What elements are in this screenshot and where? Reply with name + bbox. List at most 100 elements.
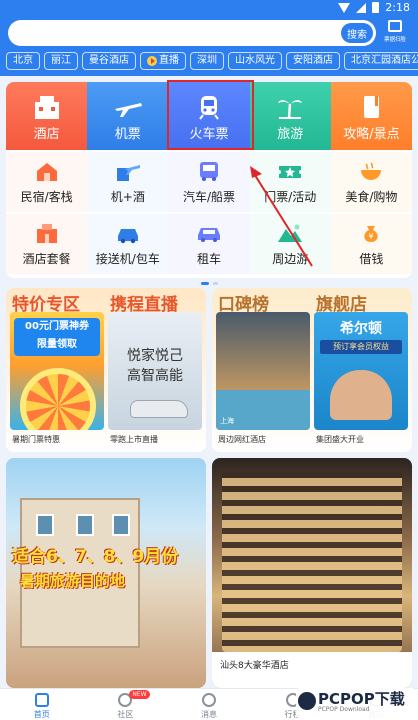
service-label: 借钱 <box>359 252 384 266</box>
nav-community[interactable]: NEW 社区 <box>84 689 168 720</box>
hotel-package-icon <box>36 224 57 243</box>
service-label: 门票/活动 <box>264 190 317 204</box>
ferris-wheel-image <box>20 368 96 430</box>
promo-caption: 周边网红酒店 <box>218 435 266 444</box>
palm-tree-icon <box>278 100 303 119</box>
nav-messages[interactable]: 消息 <box>167 689 251 720</box>
service-car-pickup[interactable]: 接送机/包车 <box>87 214 169 274</box>
live-text: 悦家悦己 高智高能 <box>127 348 183 384</box>
promo-caption: 暑期门票特惠 <box>12 435 60 444</box>
feed-caption: 汕头8大豪华酒店 <box>212 652 412 688</box>
category-hotel[interactable]: 酒店 <box>6 82 88 150</box>
feed-card-summer-destinations[interactable]: 适合6、7、8、9月份 暑期旅游目的地 <box>6 458 206 688</box>
service-nearby-trips[interactable]: 周边游 <box>249 214 331 274</box>
car-pickup-icon <box>117 229 138 244</box>
new-badge: NEW <box>129 690 150 699</box>
quick-tag[interactable]: 曼谷酒店 <box>82 52 136 70</box>
service-label: 接送机/包车 <box>95 252 160 266</box>
service-homestay[interactable]: 民宿/客栈 <box>6 152 88 212</box>
promo-caption: 集团盛大开业 <box>316 435 364 444</box>
nav-label: 首页 <box>33 710 50 719</box>
search-button[interactable]: 搜索 <box>341 23 373 43</box>
watermark-subtext: PCPOP Download <box>318 706 370 713</box>
service-label: 汽车/船票 <box>182 190 236 204</box>
nav-label: 消息 <box>200 710 217 719</box>
people-image <box>330 370 392 420</box>
promo-deals-live[interactable]: 特价专区 携程直播 00元门票神券 限量领取 悦家悦己 高智高能 暑期门票特惠 … <box>6 288 206 452</box>
service-bus-ferry[interactable]: 汽车/船票 <box>168 152 250 212</box>
category-guide[interactable]: 攻略/景点 <box>330 82 412 150</box>
service-hotel-package[interactable]: 酒店套餐 <box>6 214 88 274</box>
quick-tag[interactable]: 北京 <box>6 52 40 70</box>
flagship-title: 希尔顿 <box>340 321 382 337</box>
scan-button[interactable]: 票据扫脸 <box>380 20 410 48</box>
flight-hotel-icon <box>116 165 140 181</box>
promo-caption: 零跑上市直播 <box>110 435 158 444</box>
service-label: 机+酒 <box>110 190 145 204</box>
airplane-icon <box>114 103 142 117</box>
ticket-icon <box>279 166 302 178</box>
promo-ranking-flagship[interactable]: 口碑榜 旗舰店 上海 希尔顿 预订享会员权益 周边网红酒店 集团盛大开业 <box>212 288 412 452</box>
watermark-logo-icon <box>298 692 316 710</box>
scan-label: 票据扫脸 <box>384 36 406 43</box>
quick-tag[interactable]: 安阳酒店 <box>286 52 340 70</box>
category-label: 机票 <box>114 127 141 142</box>
watermark: PCPOP下载 PCPOP Download <box>296 688 416 718</box>
page-dot <box>200 282 209 285</box>
mountain-icon <box>278 224 303 242</box>
nav-label: 社区 <box>117 710 134 719</box>
bus-icon <box>200 162 218 181</box>
nav-home[interactable]: 首页 <box>0 689 84 720</box>
quick-tags: 北京 丽江 曼谷酒店 直播 深圳 山水风光 安阳酒店 北京汇园酒店公寓 <box>6 52 418 72</box>
live-tile[interactable]: 悦家悦己 高智高能 <box>108 312 202 430</box>
service-label: 民宿/客栈 <box>20 190 73 204</box>
food-icon <box>361 162 382 180</box>
hotel-atrium-image <box>222 472 402 652</box>
homestay-icon <box>36 163 57 181</box>
service-car-rental[interactable]: 租车 <box>168 214 250 274</box>
services-row-2: 酒店套餐 接送机/包车 租车 周边游 ¥ 借钱 <box>6 214 412 274</box>
svg-text:¥: ¥ <box>369 232 374 241</box>
guide-book-icon <box>364 96 380 118</box>
wifi-icon <box>338 2 351 13</box>
signal-icon <box>356 2 367 13</box>
quick-tag-live[interactable]: 直播 <box>140 52 186 70</box>
quick-tag[interactable]: 北京汇园酒店公寓 <box>344 52 418 70</box>
home-icon <box>34 693 49 707</box>
feed-card-luxury-hotels[interactable]: 汕头8大豪华酒店 <box>212 458 412 688</box>
quick-tag[interactable]: 深圳 <box>190 52 224 70</box>
page-dot <box>212 282 218 285</box>
service-label: 周边游 <box>272 252 309 266</box>
message-icon <box>201 693 216 707</box>
category-flight[interactable]: 机票 <box>87 82 169 150</box>
category-travel[interactable]: 旅游 <box>249 82 331 150</box>
service-food-shopping[interactable]: 美食/购物 <box>330 152 412 212</box>
flagship-tile[interactable]: 希尔顿 预订享会员权益 <box>314 312 408 430</box>
deal-banner: 00元门票神券 限量领取 <box>14 318 100 356</box>
category-label: 攻略/景点 <box>343 127 400 142</box>
status-time: 2:18 <box>385 1 410 14</box>
quick-tag-label: 直播 <box>159 55 179 66</box>
rental-car-icon <box>198 228 220 242</box>
quick-tag[interactable]: 丽江 <box>44 52 78 70</box>
deal-tile[interactable]: 00元门票神券 限量领取 <box>10 312 104 430</box>
play-icon <box>147 56 157 66</box>
service-label: 美食/购物 <box>345 190 398 204</box>
car-image <box>130 400 188 418</box>
quick-tag[interactable]: 山水风光 <box>228 52 282 70</box>
feed-subline: 暑期旅游目的地 <box>20 572 126 590</box>
category-label: 旅游 <box>277 127 304 142</box>
money-bag-icon: ¥ <box>364 226 379 242</box>
service-label: 酒店套餐 <box>22 252 71 266</box>
flagship-subtitle: 预订享会员权益 <box>320 340 402 354</box>
search-input[interactable]: 搜索 <box>8 20 376 46</box>
ranking-tile[interactable]: 上海 <box>216 312 310 430</box>
scan-icon <box>388 20 402 32</box>
battery-icon <box>372 2 380 13</box>
status-bar: 2:18 <box>0 0 418 16</box>
location-tag: 上海 <box>220 417 234 425</box>
service-loan[interactable]: ¥ 借钱 <box>330 214 412 274</box>
highlight-box <box>167 80 254 150</box>
service-flight-hotel[interactable]: 机+酒 <box>87 152 169 212</box>
service-tickets[interactable]: 门票/活动 <box>249 152 331 212</box>
